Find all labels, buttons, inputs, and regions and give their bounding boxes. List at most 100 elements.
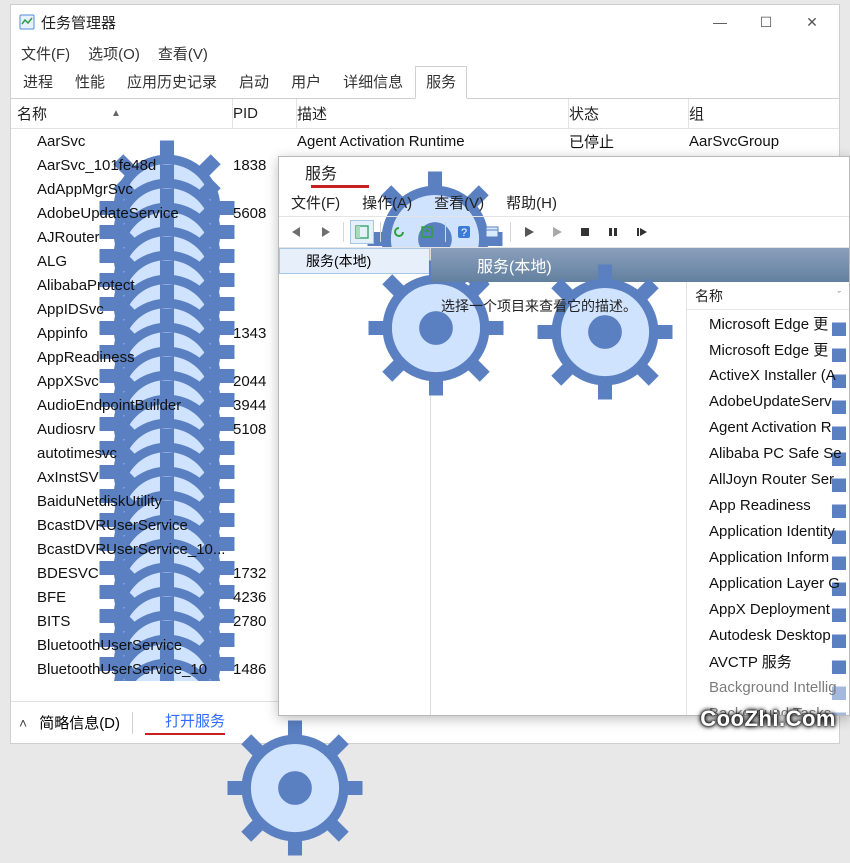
list-item[interactable]: Application Inform bbox=[687, 544, 849, 570]
svc-col-name[interactable]: 名称 ˇ bbox=[687, 282, 849, 310]
tab-details[interactable]: 详细信息 bbox=[333, 67, 413, 98]
export-icon[interactable] bbox=[415, 220, 439, 244]
menu-options[interactable]: 选项(O) bbox=[88, 43, 140, 64]
col-state[interactable]: 状态 bbox=[569, 99, 689, 128]
svc-menu-action[interactable]: 操作(A) bbox=[362, 192, 412, 213]
maximize-button[interactable]: ☐ bbox=[743, 7, 789, 37]
services-menu-bar: 文件(F) 操作(A) 查看(V) 帮助(H) bbox=[279, 188, 849, 216]
services-detail-pane: 选择一个项目来查看它的描述。 bbox=[431, 282, 687, 715]
restart-icon[interactable] bbox=[629, 220, 653, 244]
gear-icon bbox=[689, 471, 705, 487]
tab-startup[interactable]: 启动 bbox=[229, 67, 279, 98]
tab-users[interactable]: 用户 bbox=[281, 67, 331, 98]
gear-icon bbox=[17, 229, 33, 245]
services-toolbar: ? bbox=[279, 216, 849, 248]
tab-performance[interactable]: 性能 bbox=[65, 67, 115, 98]
table-row[interactable]: AarSvc Agent Activation Runtime 已停止 AarS… bbox=[11, 129, 839, 153]
services-main-header: 服务(本地) bbox=[431, 248, 849, 282]
list-item[interactable]: AllJoyn Router Ser bbox=[687, 466, 849, 492]
gear-icon bbox=[286, 253, 302, 269]
gear-icon bbox=[285, 164, 301, 180]
list-item[interactable]: App Readiness bbox=[687, 492, 849, 518]
services-list[interactable]: 名称 ˇ Microsoft Edge 更Microsoft Edge 更Act… bbox=[687, 282, 849, 715]
list-item[interactable]: Agent Activation R bbox=[687, 414, 849, 440]
list-item[interactable]: AVCTP 服务 bbox=[687, 648, 849, 674]
gear-icon bbox=[17, 421, 33, 437]
tree-node-local[interactable]: 服务(本地) bbox=[279, 248, 430, 274]
tab-app-history[interactable]: 应用历史记录 bbox=[117, 67, 227, 98]
forward-icon[interactable] bbox=[313, 220, 337, 244]
gear-icon bbox=[17, 133, 33, 149]
svc-menu-file[interactable]: 文件(F) bbox=[291, 192, 340, 213]
gear-icon bbox=[689, 601, 705, 617]
list-item[interactable]: Alibaba PC Safe Se bbox=[687, 440, 849, 466]
gear-icon bbox=[17, 277, 33, 293]
menu-view[interactable]: 查看(V) bbox=[158, 43, 208, 64]
gear-icon bbox=[689, 627, 705, 643]
brief-info-link[interactable]: 简略信息(D) bbox=[39, 712, 120, 733]
stop-icon[interactable] bbox=[573, 220, 597, 244]
minimize-button[interactable]: — bbox=[697, 7, 743, 37]
list-item[interactable]: Autodesk Desktop bbox=[687, 622, 849, 648]
col-group[interactable]: 组 bbox=[689, 103, 839, 124]
panel-icon[interactable] bbox=[350, 220, 374, 244]
table-header[interactable]: 名称▲ PID 描述 状态 组 bbox=[11, 99, 839, 129]
gear-icon bbox=[17, 301, 33, 317]
gear-icon bbox=[689, 679, 705, 695]
list-item[interactable]: Microsoft Edge 更 bbox=[687, 310, 849, 336]
services-window: 服务 文件(F) 操作(A) 查看(V) 帮助(H) ? 服务(本地) bbox=[278, 156, 850, 716]
window-title: 任务管理器 bbox=[41, 12, 697, 33]
sort-asc-icon: ▲ bbox=[111, 108, 121, 119]
list-item[interactable]: Background Intellig bbox=[687, 674, 849, 700]
play-icon[interactable] bbox=[517, 220, 541, 244]
gear-icon bbox=[17, 181, 33, 197]
detail-hint: 选择一个项目来查看它的描述。 bbox=[441, 298, 637, 314]
back-icon[interactable] bbox=[285, 220, 309, 244]
refresh-icon[interactable] bbox=[387, 220, 411, 244]
sort-indicator-icon: ˇ bbox=[837, 290, 841, 302]
menu-file[interactable]: 文件(F) bbox=[21, 43, 70, 64]
list-item[interactable]: Background Tasks bbox=[687, 700, 849, 715]
properties-icon[interactable] bbox=[480, 220, 504, 244]
gear-icon bbox=[17, 397, 33, 413]
gear-icon bbox=[17, 445, 33, 461]
services-title: 服务 bbox=[305, 160, 337, 184]
col-name[interactable]: 名称▲ bbox=[13, 99, 233, 128]
gear-icon bbox=[689, 419, 705, 435]
list-item[interactable]: AppX Deployment bbox=[687, 596, 849, 622]
list-item[interactable]: ActiveX Installer (A bbox=[687, 362, 849, 388]
list-item[interactable]: Application Layer G bbox=[687, 570, 849, 596]
list-item[interactable]: Microsoft Edge 更 bbox=[687, 336, 849, 362]
gear-icon bbox=[17, 589, 33, 605]
gear-icon bbox=[455, 257, 471, 273]
gear-icon bbox=[17, 613, 33, 629]
gear-icon bbox=[689, 341, 705, 357]
tab-processes[interactable]: 进程 bbox=[13, 67, 63, 98]
gear-icon bbox=[145, 713, 161, 729]
play2-icon[interactable] bbox=[545, 220, 569, 244]
gear-icon bbox=[689, 549, 705, 565]
list-item[interactable]: Application Identity bbox=[687, 518, 849, 544]
svc-menu-help[interactable]: 帮助(H) bbox=[506, 192, 557, 213]
list-item[interactable]: AdobeUpdateServ bbox=[687, 388, 849, 414]
open-services-link[interactable]: 打开服务 bbox=[145, 710, 225, 735]
gear-icon bbox=[689, 497, 705, 513]
services-tree[interactable]: 服务(本地) bbox=[279, 248, 431, 715]
svc-menu-view[interactable]: 查看(V) bbox=[434, 192, 484, 213]
help-icon[interactable]: ? bbox=[452, 220, 476, 244]
divider bbox=[132, 712, 133, 734]
gear-icon bbox=[689, 653, 705, 669]
gear-icon bbox=[17, 373, 33, 389]
gear-icon bbox=[17, 253, 33, 269]
close-button[interactable]: ✕ bbox=[789, 7, 835, 37]
col-desc[interactable]: 描述 bbox=[297, 99, 569, 128]
pause-icon[interactable] bbox=[601, 220, 625, 244]
tab-services[interactable]: 服务 bbox=[415, 66, 467, 99]
titlebar[interactable]: 任务管理器 — ☐ ✕ bbox=[11, 5, 839, 39]
gear-icon bbox=[17, 325, 33, 341]
gear-icon bbox=[17, 565, 33, 581]
col-pid[interactable]: PID bbox=[233, 99, 297, 128]
gear-icon bbox=[17, 661, 33, 677]
collapse-chevron-icon[interactable]: ˄ bbox=[19, 715, 27, 731]
services-titlebar[interactable]: 服务 bbox=[279, 157, 849, 187]
